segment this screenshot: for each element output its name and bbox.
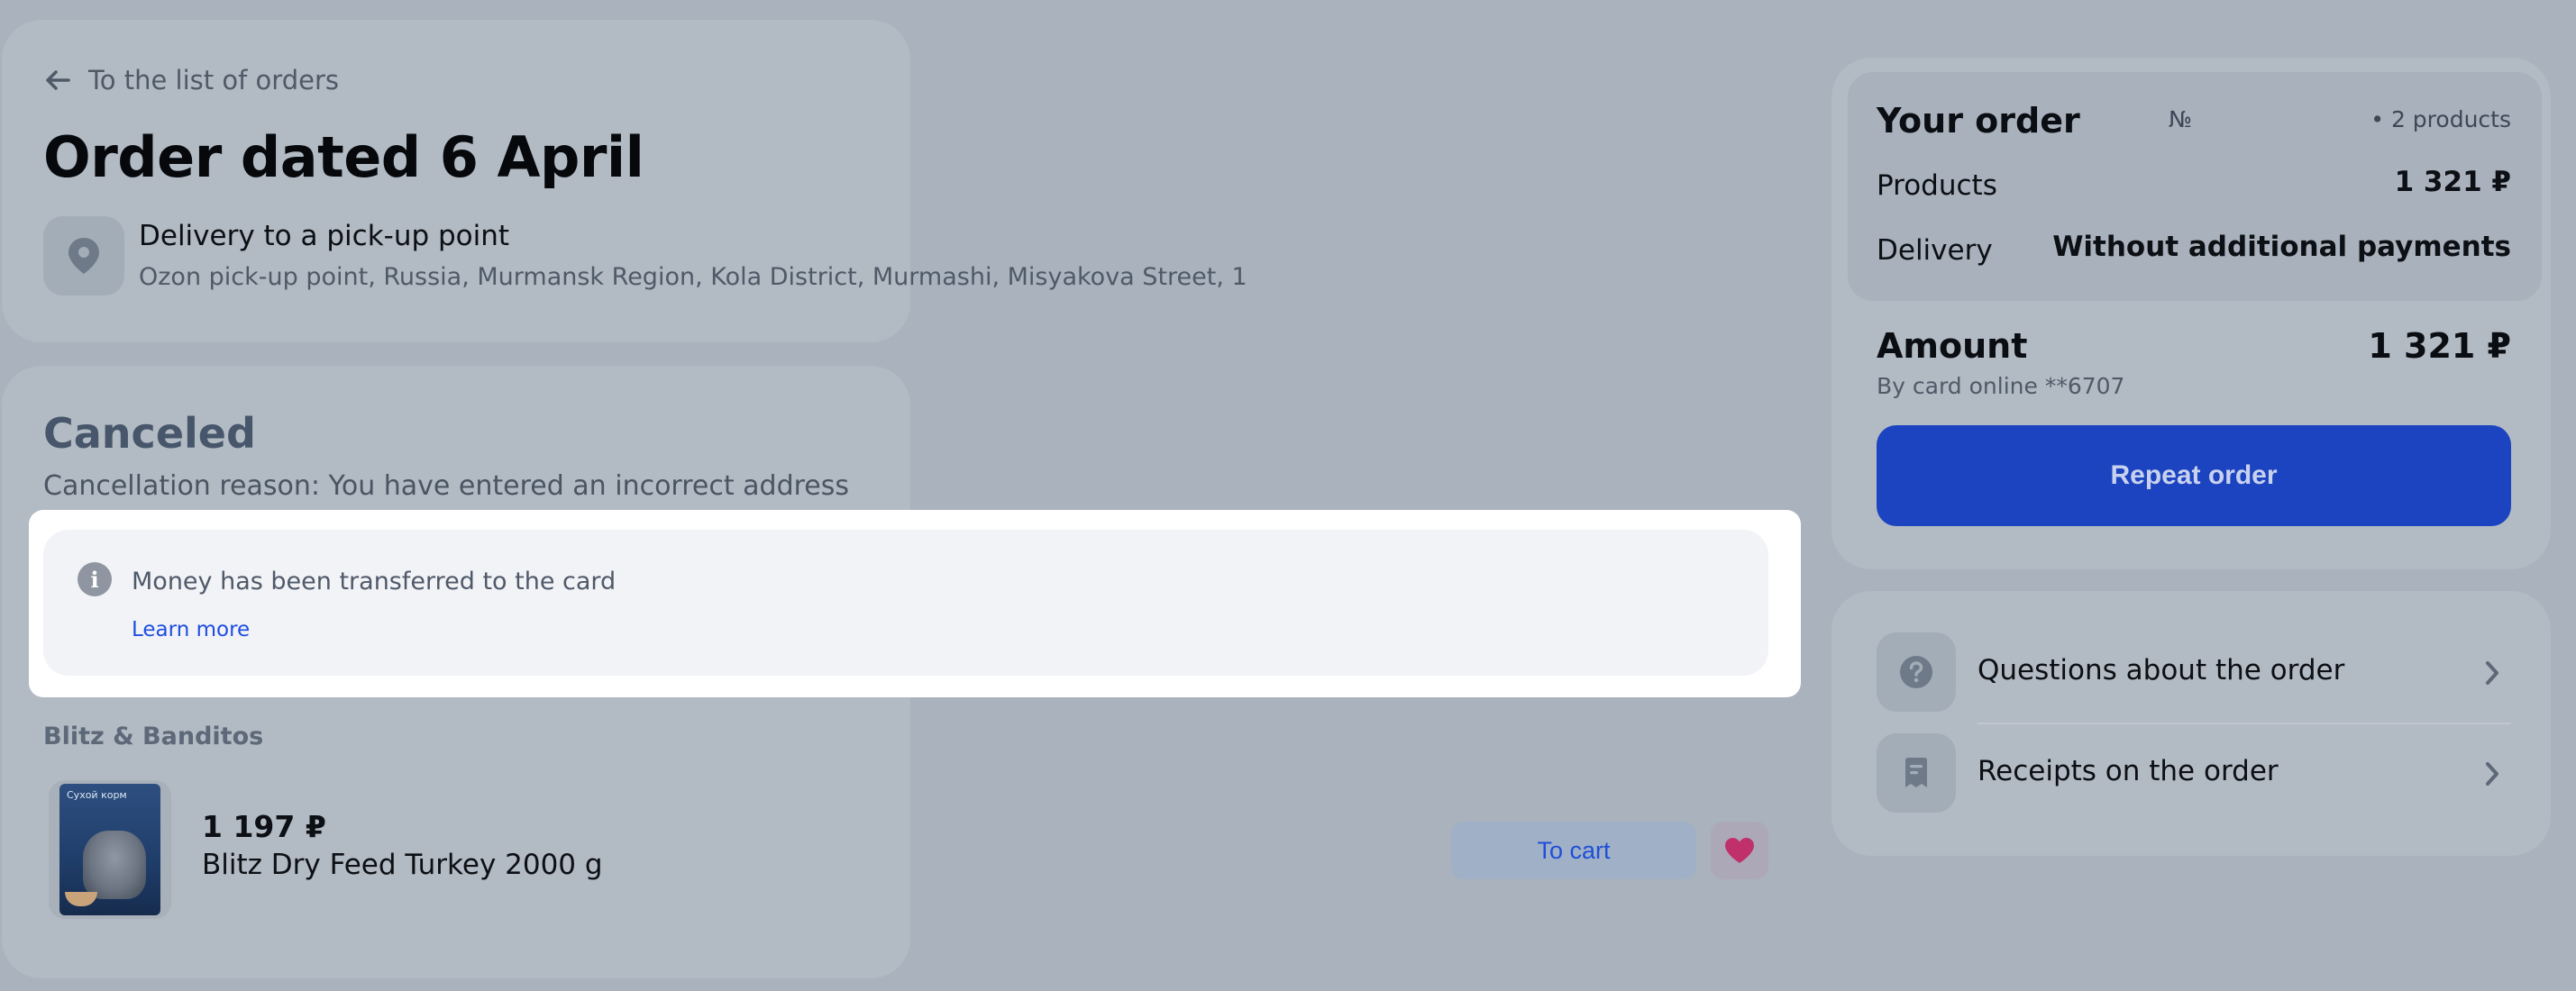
- receipts-label: Receipts on the order: [1978, 755, 2279, 787]
- product-name[interactable]: Blitz Dry Feed Turkey 2000 g: [202, 849, 603, 881]
- summary-title: Your order: [1877, 101, 2080, 141]
- map-pin-icon: [69, 238, 99, 274]
- help-divider: [1978, 723, 2511, 724]
- page-title: Order dated 6 April: [43, 124, 644, 190]
- favorite-button[interactable]: [1711, 822, 1768, 879]
- product-count: • 2 products: [2370, 106, 2511, 132]
- learn-more-link[interactable]: Learn more: [132, 618, 250, 641]
- receipts-on-order-item[interactable]: Receipts on the order: [1877, 733, 2511, 816]
- products-value: 1 321 ₽: [2394, 166, 2511, 198]
- products-label: Products: [1877, 169, 1997, 202]
- cancellation-reason: Cancellation reason: You have entered an…: [43, 470, 850, 502]
- amount-label: Amount: [1877, 326, 2028, 366]
- delivery-value: Without additional payments: [2052, 231, 2511, 263]
- product-price: 1 197 ₽: [202, 809, 326, 844]
- delivery-address: Ozon pick-up point, Russia, Murmansk Reg…: [139, 263, 1247, 291]
- refund-info-box: [43, 530, 1768, 676]
- to-cart-button[interactable]: To cart: [1451, 822, 1696, 879]
- delivery-icon-box: [43, 216, 124, 295]
- order-page: To the list of orders Order dated 6 Apri…: [0, 0, 2576, 991]
- payment-method: By card online **6707: [1877, 373, 2125, 399]
- question-icon-box: [1877, 632, 1956, 712]
- back-to-orders-link[interactable]: To the list of orders: [43, 65, 339, 95]
- receipt-icon-box: [1877, 733, 1956, 813]
- product-package-label: Сухой корм: [67, 789, 127, 801]
- seller-name: Blitz & Banditos: [43, 723, 264, 750]
- repeat-order-button[interactable]: Repeat order: [1877, 425, 2511, 526]
- chevron-right-icon: [2486, 661, 2498, 685]
- delivery-type: Delivery to a pick-up point: [139, 220, 510, 252]
- questions-label: Questions about the order: [1978, 654, 2345, 686]
- back-link-label: To the list of orders: [88, 65, 339, 95]
- product-image[interactable]: Сухой корм: [49, 780, 171, 919]
- delivery-label: Delivery: [1877, 234, 1993, 267]
- receipt-icon: [1905, 758, 1927, 787]
- question-icon: [1900, 656, 1932, 688]
- heart-icon: [1725, 838, 1754, 863]
- bowl-illustration: [65, 892, 97, 906]
- info-icon: i: [78, 562, 112, 596]
- arrow-left-icon: [46, 70, 70, 90]
- chevron-right-icon: [2486, 762, 2498, 786]
- questions-about-order-item[interactable]: Questions about the order: [1877, 632, 2511, 715]
- refund-info-text: Money has been transferred to the card: [132, 568, 617, 596]
- cat-illustration: [83, 831, 146, 899]
- order-status: Canceled: [43, 409, 256, 458]
- product-package-image: Сухой корм: [59, 784, 160, 915]
- amount-value: 1 321 ₽: [2368, 326, 2511, 366]
- order-number: №: [2169, 106, 2193, 132]
